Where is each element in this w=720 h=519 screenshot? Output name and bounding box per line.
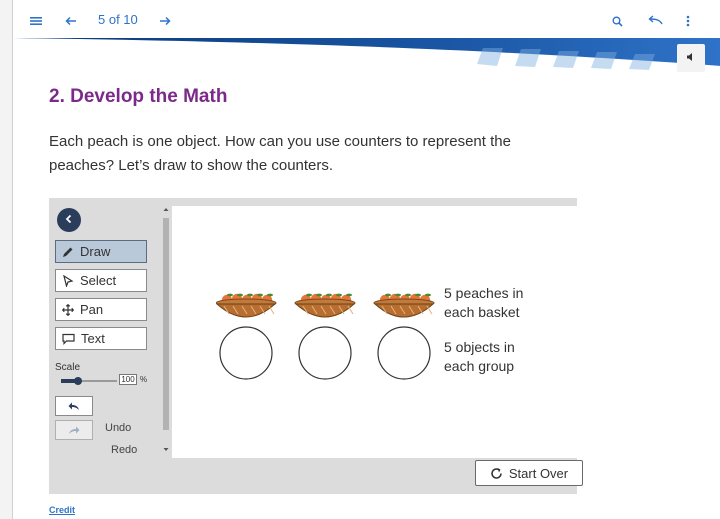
pan-tool-button[interactable]: Pan xyxy=(55,298,147,321)
undo-button[interactable] xyxy=(55,396,93,416)
scroll-thumb[interactable] xyxy=(163,218,169,430)
instructions-text: Each peach is one object. How can you us… xyxy=(49,133,511,174)
scale-label: Scale xyxy=(55,362,81,373)
menu-icon[interactable] xyxy=(27,11,45,31)
back-button[interactable] xyxy=(57,208,81,232)
section-title: 2. Develop the Math xyxy=(49,86,228,107)
basket-image xyxy=(373,293,435,318)
baskets-row xyxy=(216,293,435,318)
scroll-down-icon[interactable] xyxy=(163,447,169,452)
credit-link[interactable]: Credit xyxy=(49,505,75,515)
search-icon[interactable] xyxy=(609,11,625,31)
page-counter: 5 of 10 xyxy=(98,12,138,27)
groups-row xyxy=(219,326,431,380)
move-icon xyxy=(62,303,74,316)
scale-input[interactable]: 100 xyxy=(119,374,137,385)
drawing-tool: Draw Select Pan Text Scale 100 % Undo Re… xyxy=(49,198,583,494)
redo-label: Redo xyxy=(111,444,138,456)
draw-tool-button[interactable]: Draw xyxy=(55,240,147,263)
select-tool-label: Select xyxy=(80,273,117,288)
speaker-button[interactable] xyxy=(677,44,705,72)
draw-tool-label: Draw xyxy=(80,244,111,259)
redo-button[interactable] xyxy=(55,420,93,440)
refresh-icon xyxy=(491,467,502,479)
undo-label: Undo xyxy=(105,422,132,434)
group-circle xyxy=(377,326,431,380)
group-label-line-2: each group xyxy=(444,358,515,374)
select-tool-button[interactable]: Select xyxy=(55,269,147,292)
redo-arrow-icon xyxy=(69,426,80,434)
group-label-line-1: 5 objects in xyxy=(444,339,515,355)
start-over-button[interactable]: Start Over xyxy=(475,460,583,486)
group-circle xyxy=(219,326,273,380)
decorative-banner xyxy=(13,38,720,70)
arrow-left-icon[interactable] xyxy=(63,11,79,31)
basket-label-line-1: 5 peaches in xyxy=(444,285,524,301)
return-arrow-icon[interactable] xyxy=(645,11,665,31)
scale-slider-handle[interactable] xyxy=(73,377,82,385)
drawing-canvas[interactable]: 5 peaches in each basket 5 objects in ea… xyxy=(172,206,582,458)
basket-image xyxy=(216,293,277,318)
chevron-left-icon xyxy=(64,211,74,229)
pencil-icon xyxy=(63,247,73,257)
lesson-frame: 5 of 10 2. Develop the Math Each peach i… xyxy=(12,0,720,519)
toolbar-scrollbar[interactable] xyxy=(161,206,171,460)
drawing-toolbar: Draw Select Pan Text Scale 100 % Undo Re… xyxy=(49,198,161,460)
kebab-menu-icon[interactable] xyxy=(683,11,693,31)
arrow-right-icon[interactable] xyxy=(157,11,173,31)
start-over-label: Start Over xyxy=(508,465,569,481)
basket-label-line-2: each basket xyxy=(444,304,520,320)
speech-bubble-icon xyxy=(62,333,75,345)
group-circle xyxy=(298,326,352,380)
speaker-icon xyxy=(686,49,696,67)
basket-image xyxy=(294,293,356,318)
text-tool-button[interactable]: Text xyxy=(55,327,147,350)
basket-label: 5 peaches in each basket xyxy=(444,284,523,322)
text-tool-label: Text xyxy=(81,331,105,346)
undo-arrow-icon xyxy=(68,402,79,410)
scroll-up-icon[interactable] xyxy=(163,207,169,212)
scale-unit: % xyxy=(140,375,148,384)
group-label: 5 objects in each group xyxy=(444,338,515,376)
pan-tool-label: Pan xyxy=(80,302,104,317)
top-navigation-bar: 5 of 10 xyxy=(13,0,720,40)
cursor-icon xyxy=(63,274,74,287)
